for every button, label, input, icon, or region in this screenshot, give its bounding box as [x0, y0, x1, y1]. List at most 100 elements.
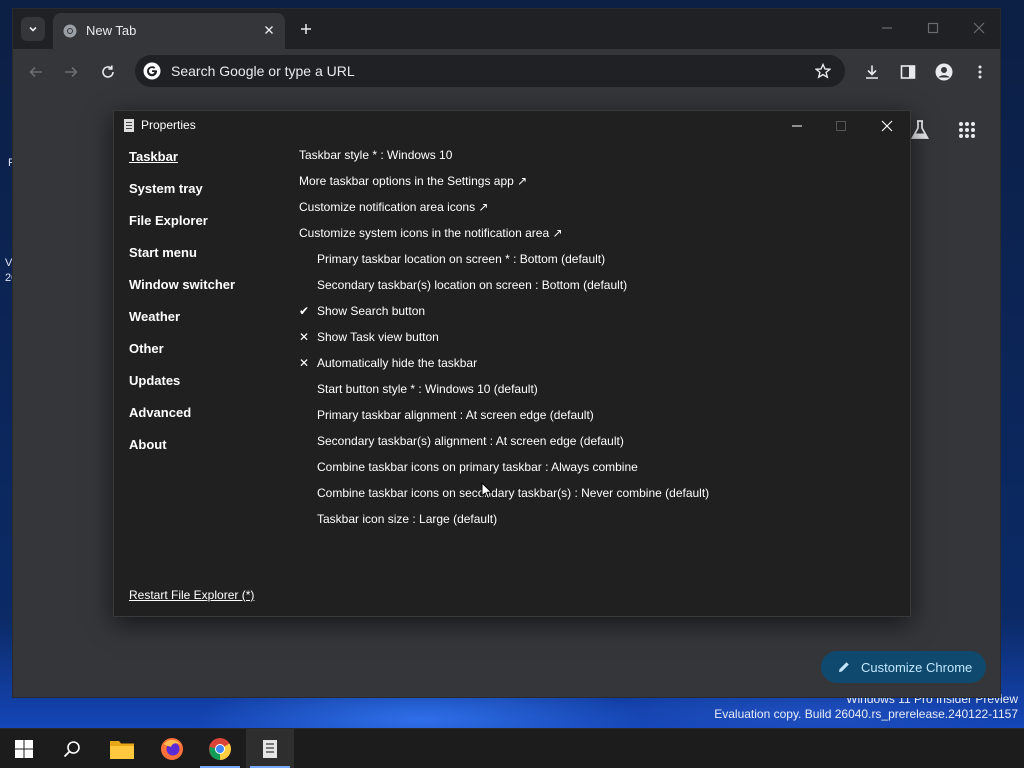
dialog-titlebar[interactable]: Properties: [114, 111, 910, 141]
customize-chrome-button[interactable]: Customize Chrome: [821, 651, 986, 683]
close-icon: [265, 26, 273, 34]
arrow-right-icon: [65, 66, 78, 78]
file-explorer-icon: [110, 741, 134, 759]
option-system-icons-link[interactable]: Customize system icons in the notificati…: [299, 223, 899, 249]
tab-new-tab[interactable]: New Tab: [53, 13, 285, 49]
nav-item-other[interactable]: Other: [129, 341, 289, 373]
option-label: Show Search button: [317, 304, 426, 318]
nav-item-window-switcher[interactable]: Window switcher: [129, 277, 289, 309]
nav-item-advanced[interactable]: Advanced: [129, 405, 289, 437]
option-show-task-view-button[interactable]: ✕ Show Task view button: [299, 327, 899, 353]
plus-icon: [301, 24, 311, 34]
nav-item-file-explorer[interactable]: File Explorer: [129, 213, 289, 245]
nav-item-taskbar[interactable]: Taskbar: [129, 149, 289, 181]
dialog-close-button[interactable]: [872, 115, 902, 137]
reload-button[interactable]: [97, 61, 119, 83]
side-panel-icon: [900, 65, 916, 79]
maximize-button[interactable]: [919, 17, 947, 39]
taskbar-search-button[interactable]: [48, 729, 96, 768]
tab-title: New Tab: [86, 23, 137, 38]
cross-mark-icon: ✕: [299, 330, 310, 344]
watermark-build: Evaluation copy. Build 26040.rs_prerelea…: [714, 707, 1018, 721]
taskbar-file-explorer[interactable]: [98, 729, 146, 768]
minimize-icon: [792, 125, 802, 127]
chrome-toolbar: Search Google or type a URL: [13, 49, 1000, 93]
downloads-button[interactable]: [861, 61, 883, 83]
dialog-title: Properties: [141, 118, 196, 132]
new-tab-button[interactable]: [296, 19, 316, 39]
minimize-button[interactable]: [873, 17, 901, 39]
option-combine-secondary[interactable]: Combine taskbar icons on secondary taskb…: [299, 483, 899, 509]
google-apps-button[interactable]: [954, 117, 980, 143]
nav-item-updates[interactable]: Updates: [129, 373, 289, 405]
option-notification-icons-link[interactable]: Customize notification area icons ↗: [299, 197, 899, 223]
chevron-down-icon: [29, 26, 37, 32]
close-icon: [973, 22, 985, 34]
more-vert-icon: [978, 65, 982, 79]
profile-button[interactable]: [933, 61, 955, 83]
google-g-icon: [143, 62, 161, 80]
cross-mark-icon: ✕: [299, 356, 310, 370]
chrome-icon: [209, 738, 231, 760]
option-label: Secondary taskbar(s) location on screen …: [317, 278, 628, 292]
option-auto-hide-taskbar[interactable]: ✕ Automatically hide the taskbar: [299, 353, 899, 379]
nav-item-about[interactable]: About: [129, 437, 289, 469]
properties-app-icon: [263, 740, 277, 758]
option-primary-alignment[interactable]: Primary taskbar alignment : At screen ed…: [299, 405, 899, 431]
omnibox-placeholder: Search Google or type a URL: [171, 63, 355, 79]
chrome-menu-button[interactable]: [969, 61, 991, 83]
address-bar[interactable]: Search Google or type a URL: [135, 55, 845, 87]
tab-search-button[interactable]: [21, 17, 45, 41]
tab-strip: New Tab: [13, 9, 1000, 49]
nav-item-system-tray[interactable]: System tray: [129, 181, 289, 213]
option-primary-location[interactable]: Primary taskbar location on screen * : B…: [299, 249, 899, 275]
settings-nav: Taskbar System tray File Explorer Start …: [129, 149, 289, 469]
option-secondary-alignment[interactable]: Secondary taskbar(s) alignment : At scre…: [299, 431, 899, 457]
firefox-icon: [161, 738, 183, 760]
option-combine-primary[interactable]: Combine taskbar icons on primary taskbar…: [299, 457, 899, 483]
chrome-favicon-icon: [63, 24, 77, 38]
option-settings-app-link[interactable]: More taskbar options in the Settings app…: [299, 171, 899, 197]
option-label: Secondary taskbar(s) alignment : At scre…: [317, 434, 624, 448]
dialog-minimize-button[interactable]: [782, 115, 812, 137]
back-button[interactable]: [25, 61, 47, 83]
taskbar-firefox[interactable]: [148, 729, 196, 768]
tab-close-button[interactable]: [259, 20, 279, 40]
option-label: Show Task view button: [317, 330, 439, 344]
bookmark-button[interactable]: [813, 61, 833, 81]
option-secondary-location[interactable]: Secondary taskbar(s) location on screen …: [299, 275, 899, 301]
option-start-button-style[interactable]: Start button style * : Windows 10 (defau…: [299, 379, 899, 405]
mouse-cursor-icon: [481, 482, 493, 500]
windows-taskbar: [0, 728, 1024, 768]
option-taskbar-style[interactable]: Taskbar style * : Windows 10: [299, 145, 899, 171]
start-button[interactable]: [0, 729, 48, 768]
reload-icon: [102, 65, 114, 78]
option-label: More taskbar options in the Settings app…: [299, 174, 528, 188]
profile-icon: [935, 63, 953, 81]
download-icon: [866, 65, 878, 79]
option-icon-size[interactable]: Taskbar icon size : Large (default): [299, 509, 899, 535]
side-panel-button[interactable]: [897, 61, 919, 83]
taskbar-chrome[interactable]: [196, 729, 244, 768]
option-label: Start button style * : Windows 10 (defau…: [317, 382, 538, 396]
flask-icon: [910, 120, 930, 139]
close-window-button[interactable]: [965, 17, 993, 39]
option-label: Taskbar icon size : Large (default): [317, 512, 498, 526]
close-icon: [881, 120, 893, 132]
nav-item-weather[interactable]: Weather: [129, 309, 289, 341]
option-show-search-button[interactable]: ✔ Show Search button: [299, 301, 899, 327]
option-label: Customize system icons in the notificati…: [299, 226, 563, 240]
star-icon: [815, 63, 831, 79]
forward-button[interactable]: [60, 61, 82, 83]
apps-grid-icon: [959, 122, 975, 138]
restart-explorer-link[interactable]: Restart File Explorer (*): [129, 588, 254, 602]
minimize-icon: [882, 27, 892, 29]
nav-item-start-menu[interactable]: Start menu: [129, 245, 289, 277]
taskbar-properties-app[interactable]: [246, 729, 294, 768]
option-label: Combine taskbar icons on secondary taskb…: [317, 486, 710, 500]
option-label: Primary taskbar location on screen * : B…: [317, 252, 606, 266]
customize-chrome-label: Customize Chrome: [861, 659, 973, 675]
taskbar-options: Taskbar style * : Windows 10 More taskba…: [299, 145, 899, 535]
pencil-icon: [839, 662, 849, 672]
maximize-icon: [927, 22, 939, 34]
